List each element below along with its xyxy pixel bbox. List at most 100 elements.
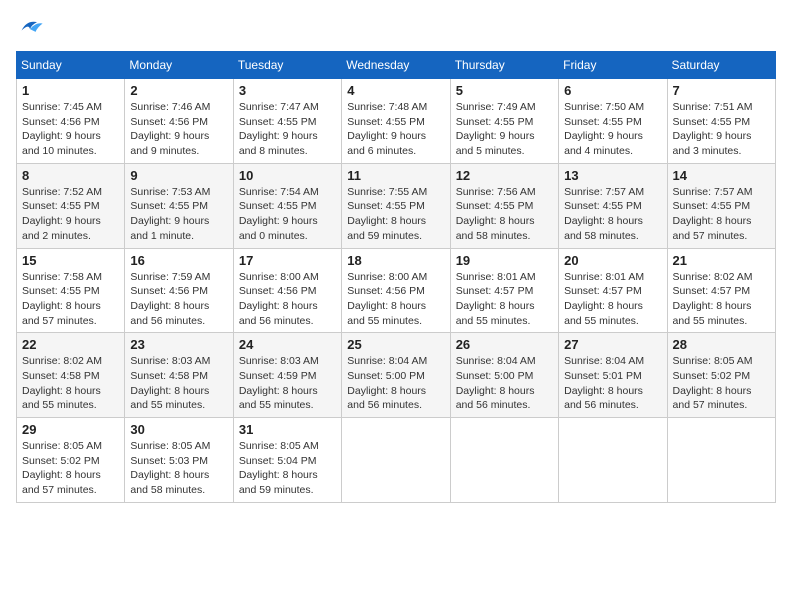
calendar-cell: 20 Sunrise: 8:01 AM Sunset: 4:57 PM Dayl… — [559, 248, 667, 333]
day-number: 26 — [456, 337, 553, 352]
calendar-cell: 11 Sunrise: 7:55 AM Sunset: 4:55 PM Dayl… — [342, 163, 450, 248]
day-detail: Sunrise: 7:57 AM Sunset: 4:55 PM Dayligh… — [564, 185, 661, 244]
day-detail: Sunrise: 7:54 AM Sunset: 4:55 PM Dayligh… — [239, 185, 336, 244]
calendar-cell: 15 Sunrise: 7:58 AM Sunset: 4:55 PM Dayl… — [17, 248, 125, 333]
day-number: 30 — [130, 422, 227, 437]
day-detail: Sunrise: 8:01 AM Sunset: 4:57 PM Dayligh… — [456, 270, 553, 329]
day-number: 3 — [239, 83, 336, 98]
calendar-cell: 14 Sunrise: 7:57 AM Sunset: 4:55 PM Dayl… — [667, 163, 775, 248]
calendar-cell: 5 Sunrise: 7:49 AM Sunset: 4:55 PM Dayli… — [450, 79, 558, 164]
calendar-header-row: SundayMondayTuesdayWednesdayThursdayFrid… — [17, 52, 776, 79]
calendar-cell: 31 Sunrise: 8:05 AM Sunset: 5:04 PM Dayl… — [233, 418, 341, 503]
day-detail: Sunrise: 8:00 AM Sunset: 4:56 PM Dayligh… — [239, 270, 336, 329]
day-number: 17 — [239, 253, 336, 268]
calendar-cell: 8 Sunrise: 7:52 AM Sunset: 4:55 PM Dayli… — [17, 163, 125, 248]
day-number: 29 — [22, 422, 119, 437]
calendar-cell: 30 Sunrise: 8:05 AM Sunset: 5:03 PM Dayl… — [125, 418, 233, 503]
day-number: 6 — [564, 83, 661, 98]
day-detail: Sunrise: 7:55 AM Sunset: 4:55 PM Dayligh… — [347, 185, 444, 244]
calendar-cell: 4 Sunrise: 7:48 AM Sunset: 4:55 PM Dayli… — [342, 79, 450, 164]
calendar-cell: 13 Sunrise: 7:57 AM Sunset: 4:55 PM Dayl… — [559, 163, 667, 248]
calendar-cell: 9 Sunrise: 7:53 AM Sunset: 4:55 PM Dayli… — [125, 163, 233, 248]
day-number: 27 — [564, 337, 661, 352]
calendar-week-row: 15 Sunrise: 7:58 AM Sunset: 4:55 PM Dayl… — [17, 248, 776, 333]
calendar-cell: 29 Sunrise: 8:05 AM Sunset: 5:02 PM Dayl… — [17, 418, 125, 503]
calendar-cell: 2 Sunrise: 7:46 AM Sunset: 4:56 PM Dayli… — [125, 79, 233, 164]
day-number: 20 — [564, 253, 661, 268]
day-detail: Sunrise: 7:51 AM Sunset: 4:55 PM Dayligh… — [673, 100, 770, 159]
day-number: 28 — [673, 337, 770, 352]
calendar-cell: 16 Sunrise: 7:59 AM Sunset: 4:56 PM Dayl… — [125, 248, 233, 333]
calendar-cell: 25 Sunrise: 8:04 AM Sunset: 5:00 PM Dayl… — [342, 333, 450, 418]
day-detail: Sunrise: 7:58 AM Sunset: 4:55 PM Dayligh… — [22, 270, 119, 329]
day-detail: Sunrise: 8:02 AM Sunset: 4:57 PM Dayligh… — [673, 270, 770, 329]
calendar-cell: 10 Sunrise: 7:54 AM Sunset: 4:55 PM Dayl… — [233, 163, 341, 248]
day-detail: Sunrise: 8:04 AM Sunset: 5:00 PM Dayligh… — [347, 354, 444, 413]
day-detail: Sunrise: 7:50 AM Sunset: 4:55 PM Dayligh… — [564, 100, 661, 159]
day-number: 15 — [22, 253, 119, 268]
calendar-cell: 24 Sunrise: 8:03 AM Sunset: 4:59 PM Dayl… — [233, 333, 341, 418]
day-detail: Sunrise: 7:53 AM Sunset: 4:55 PM Dayligh… — [130, 185, 227, 244]
day-number: 1 — [22, 83, 119, 98]
header — [16, 16, 776, 43]
day-number: 12 — [456, 168, 553, 183]
day-number: 24 — [239, 337, 336, 352]
day-detail: Sunrise: 7:46 AM Sunset: 4:56 PM Dayligh… — [130, 100, 227, 159]
calendar-cell: 19 Sunrise: 8:01 AM Sunset: 4:57 PM Dayl… — [450, 248, 558, 333]
day-number: 14 — [673, 168, 770, 183]
calendar-week-row: 1 Sunrise: 7:45 AM Sunset: 4:56 PM Dayli… — [17, 79, 776, 164]
calendar-header-sunday: Sunday — [17, 52, 125, 79]
day-number: 22 — [22, 337, 119, 352]
day-number: 8 — [22, 168, 119, 183]
calendar-header-friday: Friday — [559, 52, 667, 79]
day-number: 4 — [347, 83, 444, 98]
day-detail: Sunrise: 8:03 AM Sunset: 4:58 PM Dayligh… — [130, 354, 227, 413]
calendar-cell: 23 Sunrise: 8:03 AM Sunset: 4:58 PM Dayl… — [125, 333, 233, 418]
day-detail: Sunrise: 8:05 AM Sunset: 5:02 PM Dayligh… — [22, 439, 119, 498]
day-number: 19 — [456, 253, 553, 268]
calendar-cell: 6 Sunrise: 7:50 AM Sunset: 4:55 PM Dayli… — [559, 79, 667, 164]
calendar-week-row: 29 Sunrise: 8:05 AM Sunset: 5:02 PM Dayl… — [17, 418, 776, 503]
day-detail: Sunrise: 8:04 AM Sunset: 5:01 PM Dayligh… — [564, 354, 661, 413]
day-detail: Sunrise: 7:57 AM Sunset: 4:55 PM Dayligh… — [673, 185, 770, 244]
day-number: 2 — [130, 83, 227, 98]
day-detail: Sunrise: 7:48 AM Sunset: 4:55 PM Dayligh… — [347, 100, 444, 159]
day-detail: Sunrise: 8:05 AM Sunset: 5:03 PM Dayligh… — [130, 439, 227, 498]
day-number: 18 — [347, 253, 444, 268]
calendar-cell: 17 Sunrise: 8:00 AM Sunset: 4:56 PM Dayl… — [233, 248, 341, 333]
day-number: 11 — [347, 168, 444, 183]
calendar-cell: 26 Sunrise: 8:04 AM Sunset: 5:00 PM Dayl… — [450, 333, 558, 418]
day-number: 13 — [564, 168, 661, 183]
calendar-header-tuesday: Tuesday — [233, 52, 341, 79]
day-detail: Sunrise: 8:05 AM Sunset: 5:02 PM Dayligh… — [673, 354, 770, 413]
calendar-header-thursday: Thursday — [450, 52, 558, 79]
calendar-header-saturday: Saturday — [667, 52, 775, 79]
day-detail: Sunrise: 8:02 AM Sunset: 4:58 PM Dayligh… — [22, 354, 119, 413]
calendar-cell: 18 Sunrise: 8:00 AM Sunset: 4:56 PM Dayl… — [342, 248, 450, 333]
calendar-week-row: 22 Sunrise: 8:02 AM Sunset: 4:58 PM Dayl… — [17, 333, 776, 418]
day-detail: Sunrise: 8:03 AM Sunset: 4:59 PM Dayligh… — [239, 354, 336, 413]
calendar-header-monday: Monday — [125, 52, 233, 79]
calendar-cell: 28 Sunrise: 8:05 AM Sunset: 5:02 PM Dayl… — [667, 333, 775, 418]
day-number: 31 — [239, 422, 336, 437]
logo — [16, 16, 48, 43]
calendar-week-row: 8 Sunrise: 7:52 AM Sunset: 4:55 PM Dayli… — [17, 163, 776, 248]
day-detail: Sunrise: 7:52 AM Sunset: 4:55 PM Dayligh… — [22, 185, 119, 244]
calendar-cell: 1 Sunrise: 7:45 AM Sunset: 4:56 PM Dayli… — [17, 79, 125, 164]
calendar-cell — [450, 418, 558, 503]
day-number: 9 — [130, 168, 227, 183]
day-number: 10 — [239, 168, 336, 183]
day-detail: Sunrise: 7:59 AM Sunset: 4:56 PM Dayligh… — [130, 270, 227, 329]
day-number: 21 — [673, 253, 770, 268]
day-detail: Sunrise: 7:47 AM Sunset: 4:55 PM Dayligh… — [239, 100, 336, 159]
day-number: 16 — [130, 253, 227, 268]
day-number: 5 — [456, 83, 553, 98]
calendar-cell — [342, 418, 450, 503]
day-detail: Sunrise: 7:45 AM Sunset: 4:56 PM Dayligh… — [22, 100, 119, 159]
calendar-cell: 12 Sunrise: 7:56 AM Sunset: 4:55 PM Dayl… — [450, 163, 558, 248]
calendar: SundayMondayTuesdayWednesdayThursdayFrid… — [16, 51, 776, 503]
calendar-cell — [559, 418, 667, 503]
day-number: 23 — [130, 337, 227, 352]
day-detail: Sunrise: 7:49 AM Sunset: 4:55 PM Dayligh… — [456, 100, 553, 159]
day-detail: Sunrise: 8:04 AM Sunset: 5:00 PM Dayligh… — [456, 354, 553, 413]
